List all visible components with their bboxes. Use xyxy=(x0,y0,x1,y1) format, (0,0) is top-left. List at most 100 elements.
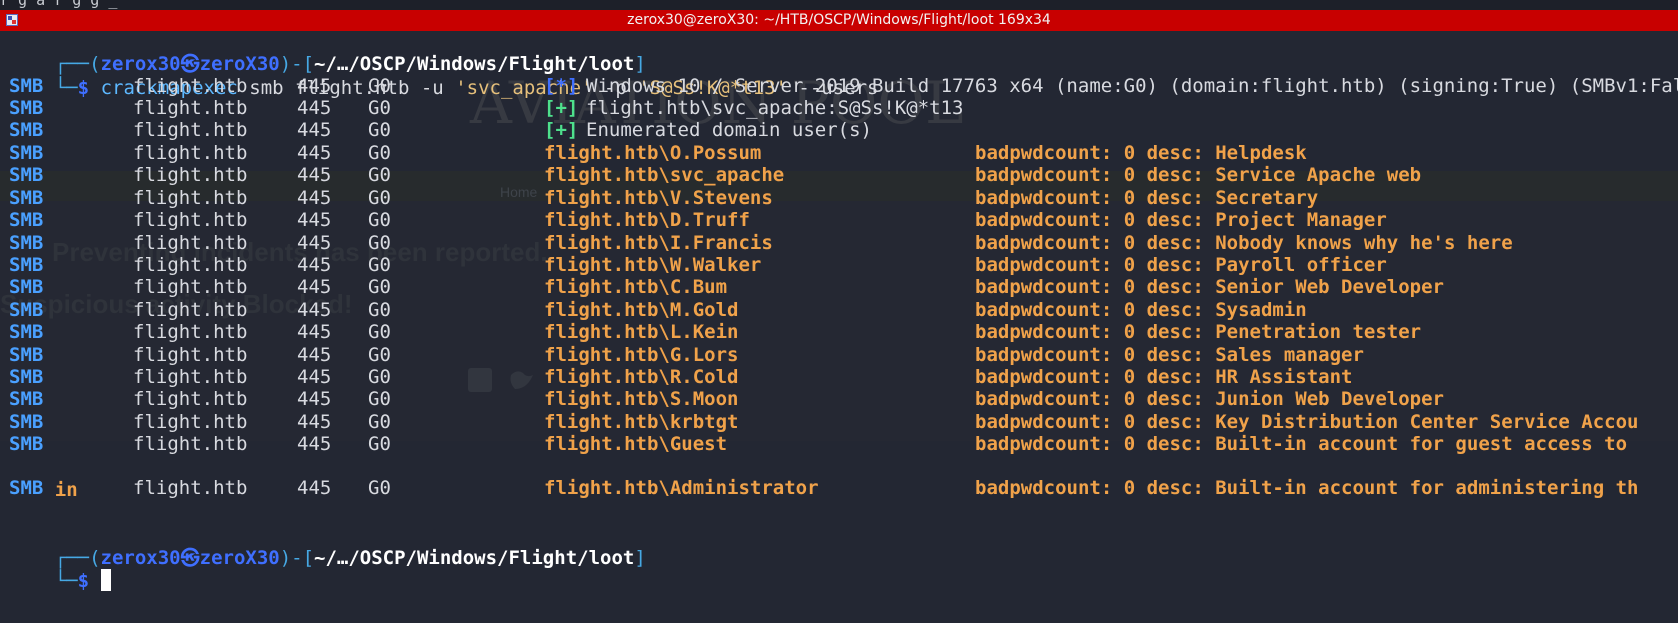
user-account: flight.htb\L.Kein xyxy=(544,321,739,343)
row-protocol: SMB xyxy=(9,209,44,231)
input-prompt[interactable]: └─$ xyxy=(9,545,111,592)
prompt-line-1: ┌──(zerox30㉿zeroX30)-[~/…/OSCP/Windows/F… xyxy=(54,53,646,75)
user-description: badpwdcount: 0 desc: Sysadmin xyxy=(975,299,1307,321)
row-port: 445 xyxy=(297,388,332,410)
row-hostname: G0 xyxy=(368,321,391,343)
row-hostname: G0 xyxy=(368,254,391,276)
row-protocol: SMB xyxy=(9,142,44,164)
row-port: 445 xyxy=(297,477,332,499)
row-hostname: G0 xyxy=(368,477,391,499)
command-line: └─$ crackmapexec smb flight.htb -u 'svc_… xyxy=(54,77,879,99)
row-port: 445 xyxy=(297,411,332,433)
user-account: flight.htb\C.Bum xyxy=(544,276,728,298)
row-host: flight.htb xyxy=(133,388,248,410)
row-protocol: SMB xyxy=(9,254,44,276)
row-hostname: G0 xyxy=(368,411,391,433)
text-cursor[interactable] xyxy=(100,569,111,591)
row-hostname: G0 xyxy=(368,276,391,298)
row-protocol: SMB xyxy=(9,299,44,321)
row-host: flight.htb xyxy=(133,187,248,209)
row-hostname: G0 xyxy=(368,366,391,388)
row-port: 445 xyxy=(297,433,332,455)
row-hostname: G0 xyxy=(368,433,391,455)
background-window-strip: r g a r g g _ xyxy=(0,0,1678,10)
row-protocol: SMB xyxy=(9,164,44,186)
row-protocol: SMB xyxy=(9,344,44,366)
row-hostname: G0 xyxy=(368,209,391,231)
row-protocol: SMB xyxy=(9,232,44,254)
user-description: badpwdcount: 0 desc: Senior Web Develope… xyxy=(975,276,1444,298)
terminal-output[interactable]: AVIATION POOL Home Preventing incidents … xyxy=(0,31,1678,623)
row-host: flight.htb xyxy=(133,276,248,298)
watermark-nav: Home xyxy=(500,184,538,200)
user-account: flight.htb\S.Moon xyxy=(544,388,739,410)
row-hostname: G0 xyxy=(368,299,391,321)
row-host: flight.htb xyxy=(133,142,248,164)
user-description: badpwdcount: 0 desc: Junion Web Develope… xyxy=(975,388,1444,410)
smb-status-line: SMB flight.htb 445 G0 [+] flight.htb\svc… xyxy=(9,97,964,119)
row-hostname: G0 xyxy=(368,142,391,164)
row-protocol: SMB xyxy=(9,321,44,343)
row-host: flight.htb xyxy=(133,411,248,433)
row-protocol: SMB xyxy=(9,477,44,499)
row-port: 445 xyxy=(297,187,332,209)
row-protocol: SMB xyxy=(9,366,44,388)
prompt-line-2: ┌──(zerox30㉿zeroX30)-[~/…/OSCP/Windows/F… xyxy=(54,547,646,569)
user-account: flight.htb\I.Francis xyxy=(544,232,773,254)
row-port: 445 xyxy=(297,164,332,186)
row-protocol: SMB xyxy=(9,388,44,410)
user-account: flight.htb\V.Stevens xyxy=(544,187,773,209)
row-hostname: G0 xyxy=(368,388,391,410)
row-host: flight.htb xyxy=(133,299,248,321)
user-description: badpwdcount: 0 desc: Service Apache web xyxy=(975,164,1422,186)
row-hostname: G0 xyxy=(368,187,391,209)
user-description: badpwdcount: 0 desc: Secretary xyxy=(975,187,1319,209)
user-account: flight.htb\svc_apache xyxy=(544,164,785,186)
row-port: 445 xyxy=(297,254,332,276)
user-account: flight.htb\R.Cold xyxy=(544,366,739,388)
watermark-social-icons xyxy=(468,368,533,392)
user-account: flight.htb\M.Gold xyxy=(544,299,739,321)
row-port: 445 xyxy=(297,321,332,343)
terminal-titlebar[interactable]: zerox30@zeroX30: ~/HTB/OSCP/Windows/Flig… xyxy=(0,10,1678,31)
user-description: badpwdcount: 0 desc: Nobody knows why he… xyxy=(975,232,1513,254)
row-host: flight.htb xyxy=(133,232,248,254)
user-account: flight.htb\Guest xyxy=(544,433,728,455)
user-description: badpwdcount: 0 desc: Built-in account fo… xyxy=(975,433,1628,455)
window-title: zerox30@zeroX30: ~/HTB/OSCP/Windows/Flig… xyxy=(627,12,1051,28)
row-protocol: SMB xyxy=(9,433,44,455)
user-description: badpwdcount: 0 desc: HR Assistant xyxy=(975,366,1353,388)
user-description: badpwdcount: 0 desc: Key Distribution Ce… xyxy=(975,411,1639,433)
row-host: flight.htb xyxy=(133,254,248,276)
row-port: 445 xyxy=(297,209,332,231)
row-port: 445 xyxy=(297,366,332,388)
user-description: badpwdcount: 0 desc: Helpdesk xyxy=(975,142,1307,164)
row-host: flight.htb xyxy=(133,477,248,499)
user-account: flight.htb\W.Walker xyxy=(544,254,762,276)
user-account: flight.htb\O.Possum xyxy=(544,142,762,164)
row-host: flight.htb xyxy=(133,209,248,231)
row-port: 445 xyxy=(297,344,332,366)
row-hostname: G0 xyxy=(368,164,391,186)
row-protocol: SMB xyxy=(9,187,44,209)
row-hostname: G0 xyxy=(368,232,391,254)
row-host: flight.htb xyxy=(133,321,248,343)
row-port: 445 xyxy=(297,232,332,254)
row-host: flight.htb xyxy=(133,366,248,388)
user-description: badpwdcount: 0 desc: Built-in account fo… xyxy=(975,477,1639,499)
user-account: flight.htb\Administrator xyxy=(544,477,819,499)
user-description: badpwdcount: 0 desc: Sales manager xyxy=(975,344,1364,366)
user-account: flight.htb\G.Lors xyxy=(544,344,739,366)
row-protocol: SMB xyxy=(9,276,44,298)
user-description: badpwdcount: 0 desc: Project Manager xyxy=(975,209,1387,231)
row-hostname: G0 xyxy=(368,344,391,366)
user-account: flight.htb\krbtgt xyxy=(544,411,739,433)
row-port: 445 xyxy=(297,142,332,164)
row-host: flight.htb xyxy=(133,433,248,455)
smb-status-line: SMB flight.htb 445 G0 [*] Windows 10 / S… xyxy=(9,75,1678,97)
user-description: badpwdcount: 0 desc: Payroll officer xyxy=(975,254,1387,276)
row-port: 445 xyxy=(297,299,332,321)
background-window-text: r g a r g g _ xyxy=(0,0,118,9)
wrapped-text-line: in xyxy=(54,479,78,501)
terminal-app-icon[interactable] xyxy=(6,14,18,26)
